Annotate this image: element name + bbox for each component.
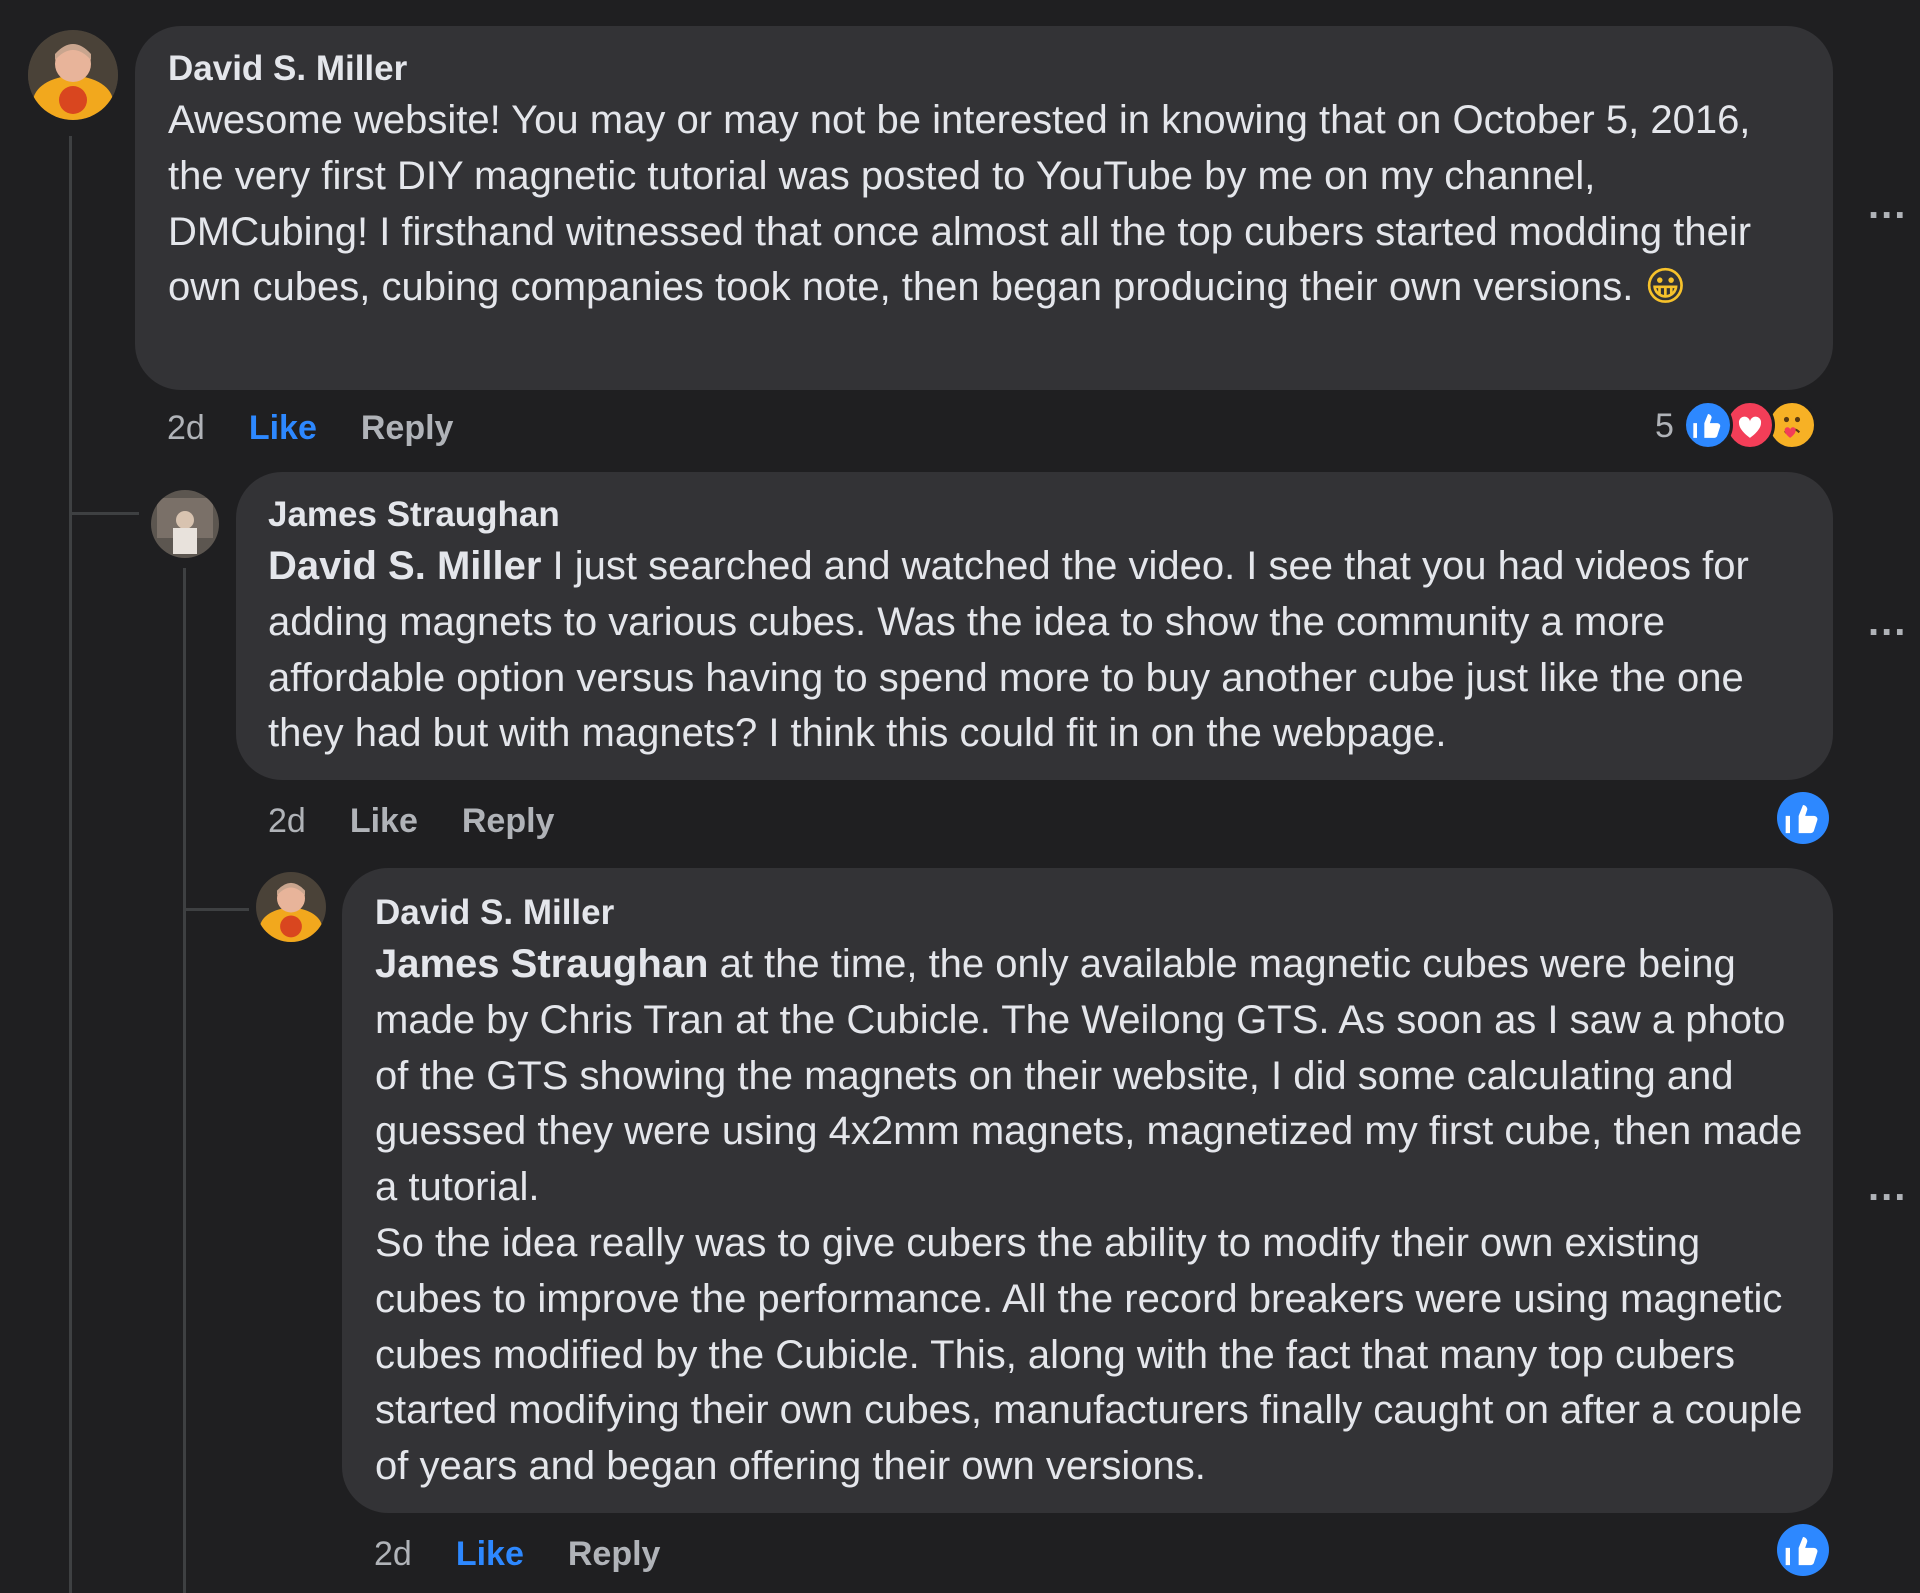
comment-text-content: at the time, the only available magnetic…	[375, 942, 1803, 1489]
comment-text: David S. Miller I just searched and watc…	[268, 539, 1803, 762]
like-icon	[1683, 400, 1733, 450]
reply-button[interactable]: Reply	[361, 409, 454, 448]
comment-actions: 2d Like Reply	[167, 406, 453, 450]
like-button[interactable]: Like	[350, 802, 418, 841]
mention-tag[interactable]: James Straughan	[375, 942, 708, 986]
comment-time[interactable]: 2d	[374, 1535, 412, 1574]
avatar[interactable]	[151, 490, 219, 558]
comment-author[interactable]: David S. Miller	[375, 892, 1803, 934]
more-options-icon[interactable]: ...	[1868, 602, 1907, 642]
grinning-emoji: 😀	[1644, 264, 1687, 311]
comment-bubble: David S. Miller James Straughan at the t…	[342, 868, 1833, 1513]
more-options-icon[interactable]: ...	[1868, 185, 1907, 225]
reaction-count: 5	[1655, 407, 1674, 445]
avatar-david-image	[28, 30, 118, 120]
comment-author[interactable]: David S. Miller	[168, 48, 1803, 90]
comment-actions: 2d Like Reply	[374, 1532, 660, 1576]
more-options-icon[interactable]: ...	[1868, 1167, 1907, 1207]
like-icon[interactable]	[1777, 792, 1829, 844]
mention-tag[interactable]: David S. Miller	[268, 544, 541, 588]
reply-button[interactable]: Reply	[462, 802, 555, 841]
comment-text-content: Awesome website! You may or may not be i…	[168, 98, 1763, 310]
reaction-summary[interactable]: 5	[1655, 400, 1825, 452]
thread-line-main	[69, 136, 72, 1593]
comment-bubble: James Straughan David S. Miller I just s…	[236, 472, 1833, 780]
avatar[interactable]	[28, 30, 118, 120]
comment-text: James Straughan at the time, the only av…	[375, 937, 1803, 1495]
like-icon[interactable]	[1777, 1524, 1829, 1576]
comment-time[interactable]: 2d	[268, 802, 306, 841]
comment-actions: 2d Like Reply	[268, 799, 554, 843]
comment-time[interactable]: 2d	[167, 409, 205, 448]
comment-bubble: David S. Miller Awesome website! You may…	[135, 26, 1833, 390]
avatar-james-image	[151, 490, 219, 558]
comment-text: Awesome website! You may or may not be i…	[168, 93, 1803, 316]
avatar[interactable]	[256, 872, 326, 942]
avatar-david-image	[256, 872, 326, 942]
like-button[interactable]: Like	[249, 409, 317, 448]
like-button[interactable]: Like	[456, 1535, 524, 1574]
comment-author[interactable]: James Straughan	[268, 494, 1803, 536]
thread-branch-reply-1	[69, 512, 139, 515]
reply-button[interactable]: Reply	[568, 1535, 661, 1574]
thread-branch-reply-2	[183, 908, 249, 911]
thread-line-reply	[183, 568, 186, 1593]
